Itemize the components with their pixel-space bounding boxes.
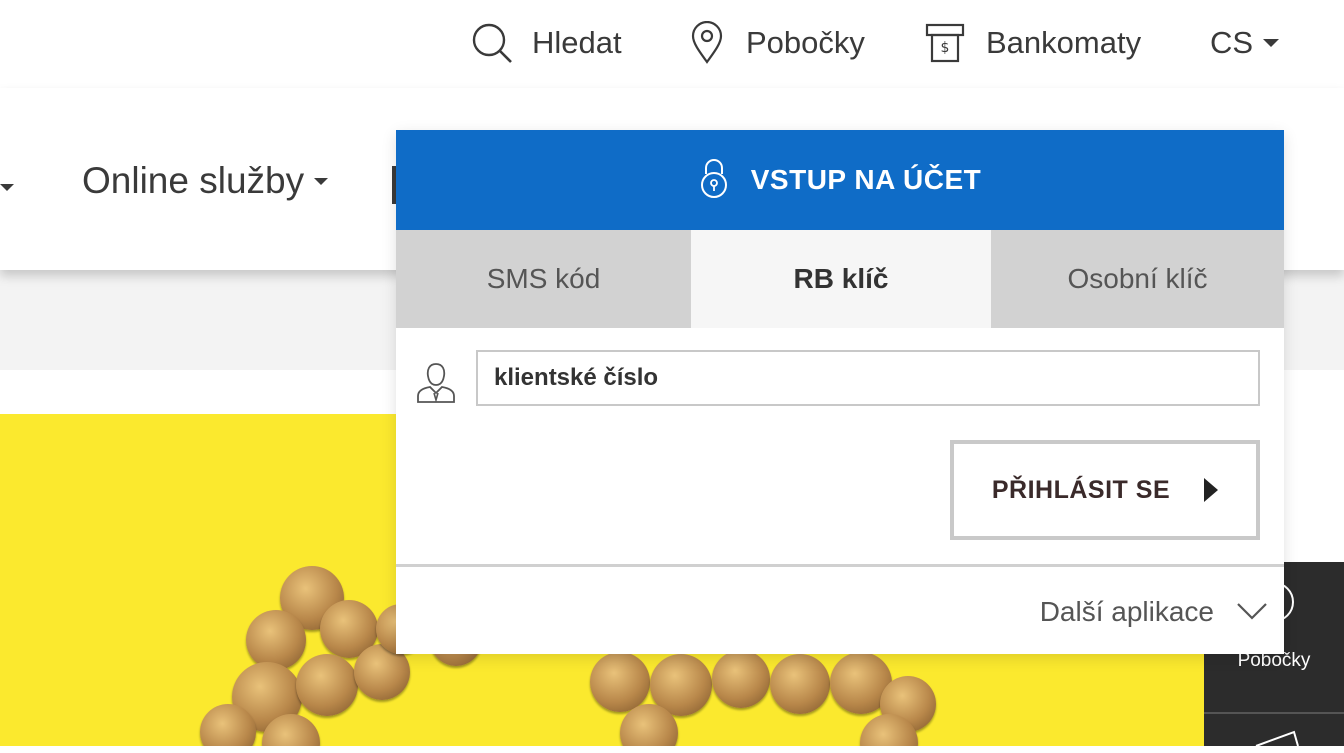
play-arrow-icon [1204,478,1219,502]
client-number-row [396,350,1284,410]
top-utility-bar: Hledat Pobočky $ Bankomaty CS [0,0,1344,88]
coin-image [770,654,830,714]
login-submit-label: PŘIHLÁSIT SE [991,475,1171,504]
chevron-down-icon [314,177,329,185]
login-title: VSTUP NA ÚČET [750,164,982,195]
coin-image [246,610,306,670]
atms-link[interactable]: $ Bankomaty [924,20,1141,66]
chevron-down-icon [1263,39,1280,47]
language-label: CS [1210,25,1254,60]
tab-rb-key[interactable]: RB klíč [691,230,991,328]
search-label: Hledat [532,25,622,60]
chevron-down-icon[interactable] [0,184,14,191]
login-divider [396,564,1284,567]
login-submit-button[interactable]: PŘIHLÁSIT SE [950,440,1260,540]
chevron-down-thin-icon [1214,596,1268,628]
tab-personal-key[interactable]: Osobní klíč [991,230,1284,328]
language-selector[interactable]: CS [1210,20,1280,66]
coin-image [712,650,770,708]
nav-online-services[interactable]: Online služby [82,160,329,202]
more-apps-label: Další aplikace [1039,596,1214,627]
branches-label: Pobočky [746,25,865,60]
login-header[interactable]: VSTUP NA ÚČET [396,130,1284,230]
lock-icon [699,158,729,203]
side-divider [1204,712,1344,714]
card-icon[interactable] [1254,728,1300,753]
more-apps-toggle[interactable]: Další aplikace [1040,590,1268,634]
nav-online-services-label: Online služby [82,160,305,201]
coin-image [296,654,358,716]
tab-sms-code[interactable]: SMS kód [396,230,691,328]
svg-text:$: $ [941,40,950,56]
client-number-input[interactable] [476,350,1260,406]
user-icon [416,360,456,409]
login-panel: VSTUP NA ÚČET SMS kód RB klíč Osobní klí… [396,130,1284,654]
login-method-tabs: SMS kód RB klíč Osobní klíč [396,230,1284,328]
coin-image [590,652,650,712]
search-link[interactable]: Hledat [470,20,622,66]
branches-link[interactable]: Pobočky [690,20,865,66]
atms-label: Bankomaty [986,25,1142,60]
search-icon [470,21,514,65]
atm-icon: $ [924,22,966,64]
map-pin-icon [690,21,724,65]
